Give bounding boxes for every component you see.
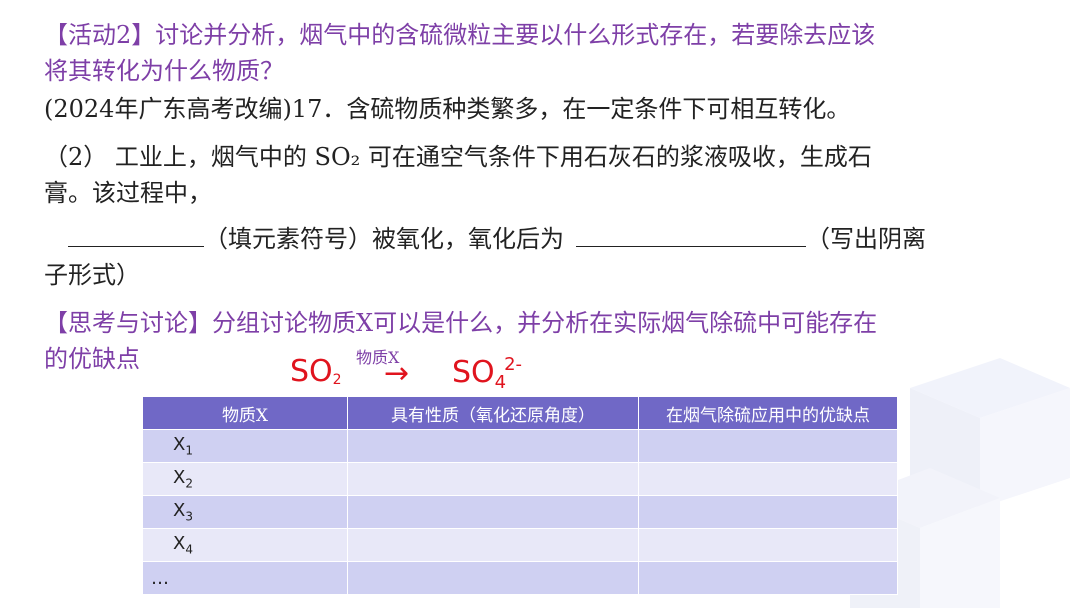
reaction-arrow-icon: → (384, 356, 410, 391)
property-cell[interactable] (347, 561, 639, 595)
substance-table: 物质X 具有性质（氧化还原角度） 在烟气除硫应用中的优缺点 X1 X2 X3 X… (142, 396, 898, 595)
fill-end-text: （写出阴离 (806, 225, 926, 253)
substance-cell: X3 (142, 495, 348, 529)
property-cell[interactable] (347, 462, 639, 496)
pros-cons-cell[interactable] (638, 495, 898, 529)
substance-cell: … (142, 561, 348, 595)
pros-cons-cell[interactable] (638, 561, 898, 595)
substance-cell: X2 (142, 462, 348, 496)
property-cell[interactable] (347, 528, 639, 562)
fill-middle-text: （填元素符号）被氧化，氧化后为 (204, 225, 564, 253)
table-row: X2 (142, 462, 898, 496)
property-cell[interactable] (347, 429, 639, 463)
table-header-row: 物质X 具有性质（氧化还原角度） 在烟气除硫应用中的优缺点 (142, 396, 898, 430)
conversion-formula: SO2 物质X → SO42- (290, 348, 550, 400)
answer-blank-anion[interactable] (576, 224, 806, 247)
table-row: … (142, 561, 898, 595)
pros-cons-cell[interactable] (638, 528, 898, 562)
question-part-line-2: 膏。该过程中， (44, 179, 212, 207)
reactant-so2: SO2 (290, 354, 342, 389)
question-part-line-1: （2） 工业上，烟气中的 SO₂ 可在通空气条件下用石灰石的浆液吸收，生成石 (44, 143, 872, 171)
discussion-line-2: 的优缺点 (44, 345, 140, 373)
header-pros-cons: 在烟气除硫应用中的优缺点 (638, 396, 898, 430)
substance-cell: X1 (142, 429, 348, 463)
pros-cons-cell[interactable] (638, 462, 898, 496)
question-source-line: (2024年广东高考改编)17．含硫物质种类繁多，在一定条件下可相互转化。 (44, 95, 851, 123)
answer-blank-element[interactable] (68, 224, 204, 247)
pros-cons-cell[interactable] (638, 429, 898, 463)
fill-line-2: 子形式） (44, 261, 140, 289)
property-cell[interactable] (347, 495, 639, 529)
activity-line-2: 将其转化为什么物质？ (44, 57, 284, 85)
activity-line-1: 【活动2】讨论并分析，烟气中的含硫微粒主要以什么形式存在，若要除去应该 (44, 21, 876, 49)
header-substance: 物质X (142, 396, 348, 430)
table-row: X3 (142, 495, 898, 529)
header-property: 具有性质（氧化还原角度） (347, 396, 639, 430)
discussion-line-1: 【思考与讨论】分组讨论物质X可以是什么，并分析在实际烟气除硫中可能存在 (44, 309, 878, 337)
table-row: X4 (142, 528, 898, 562)
fill-in-line: （填元素符号）被氧化，氧化后为 （写出阴离 (44, 222, 926, 256)
product-sulfate: SO42- (452, 354, 523, 393)
table-row: X1 (142, 429, 898, 463)
substance-cell: X4 (142, 528, 348, 562)
